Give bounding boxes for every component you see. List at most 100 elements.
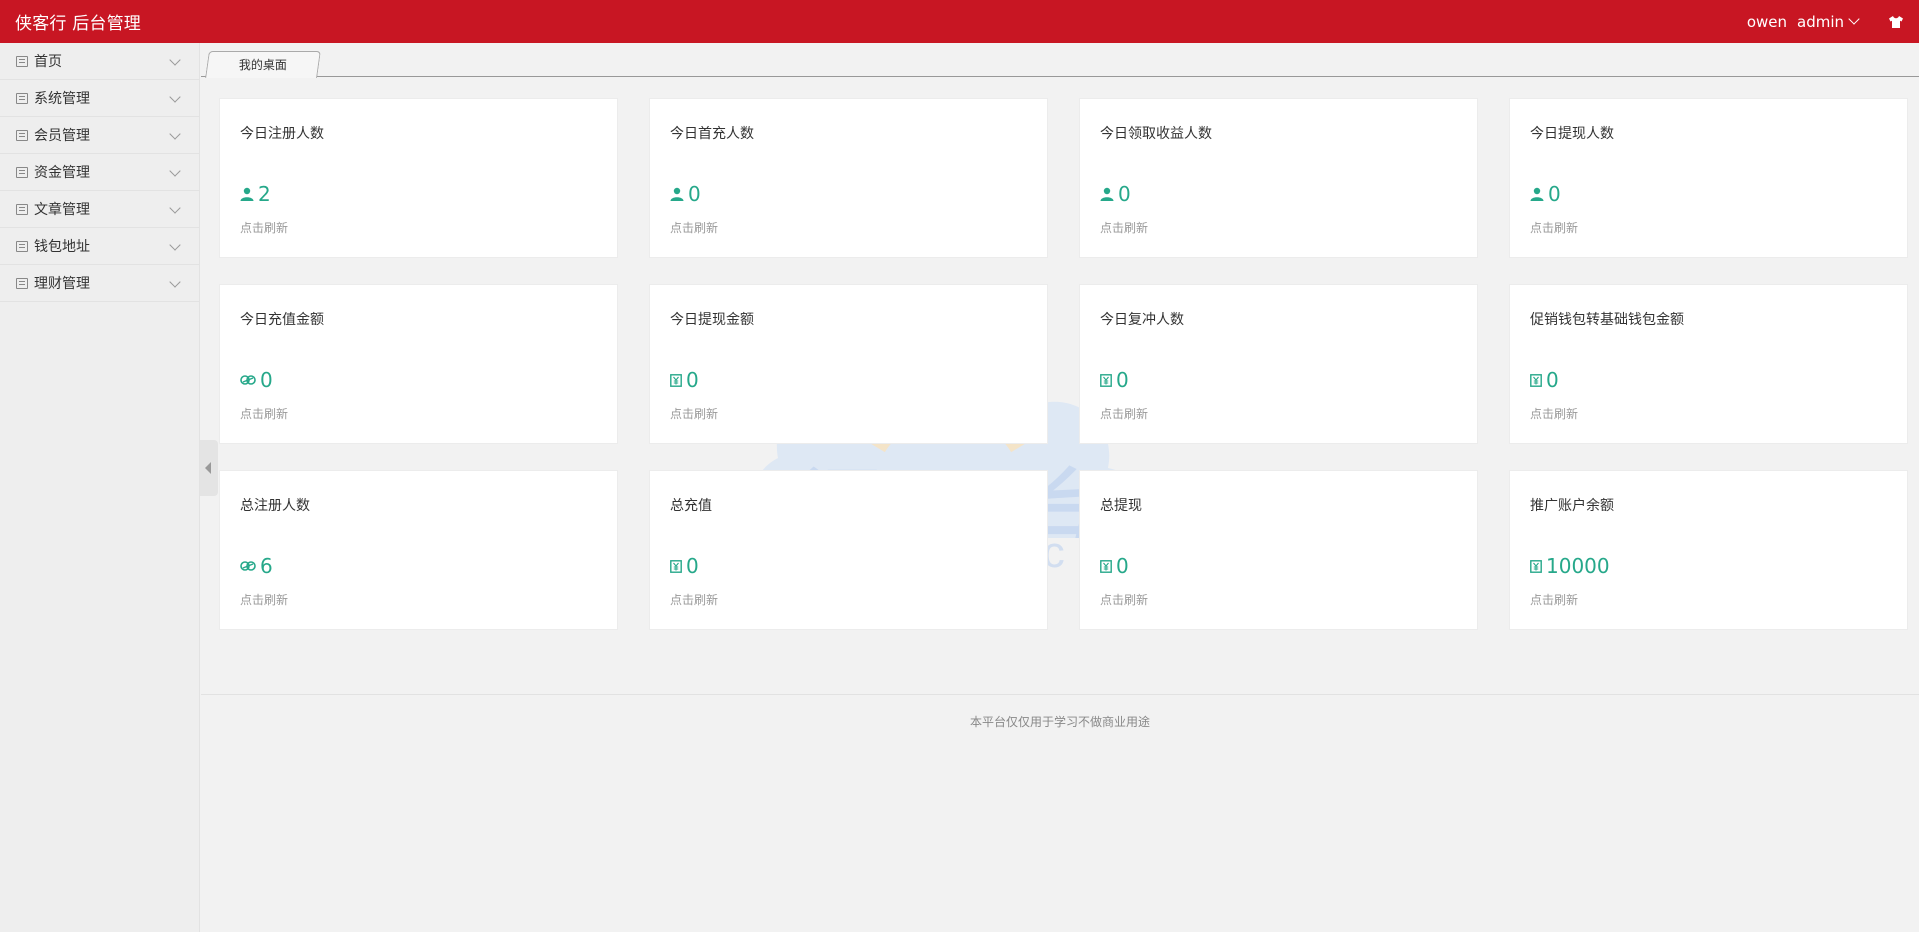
stat-card[interactable]: 推广账户余额 10000 点击刷新 [1509, 470, 1908, 630]
stat-card[interactable]: 促销钱包转基础钱包金额 0 点击刷新 [1509, 284, 1908, 444]
stat-card[interactable]: 今日提现人数 0 点击刷新 [1509, 98, 1908, 258]
yen-box-icon [1100, 373, 1112, 387]
stat-card-value: 6 [240, 554, 273, 578]
stat-value: 0 [1548, 182, 1561, 206]
stat-card[interactable]: 今日注册人数 2 点击刷新 [219, 98, 618, 258]
theme-shirt-icon[interactable] [1888, 15, 1904, 29]
list-icon [16, 277, 28, 289]
stat-value: 0 [1118, 182, 1131, 206]
yen-box-icon [1100, 559, 1112, 573]
stat-card-title: 今日领取收益人数 [1100, 126, 1212, 142]
sidebar-item[interactable]: 文章管理 [0, 191, 199, 228]
stat-value: 0 [686, 554, 699, 578]
tab-bar: 我的桌面 [201, 43, 1919, 78]
yen-box-icon [670, 373, 682, 387]
sidebar: 首页系统管理会员管理资金管理 文章管理钱包地址理财管理 [0, 43, 200, 932]
dollar-icon [240, 559, 256, 573]
refresh-hint[interactable]: 点击刷新 [240, 405, 288, 422]
yen-box-icon [1530, 373, 1542, 387]
user-role-label: admin [1797, 12, 1844, 31]
refresh-hint[interactable]: 点击刷新 [1530, 405, 1578, 422]
sidebar-item[interactable]: 钱包地址 [0, 228, 199, 265]
refresh-hint[interactable]: 点击刷新 [1530, 219, 1578, 236]
refresh-hint[interactable]: 点击刷新 [1100, 405, 1148, 422]
stat-card[interactable]: 今日复冲人数 0 点击刷新 [1079, 284, 1478, 444]
user-role-dropdown[interactable]: admin [1797, 12, 1860, 31]
stat-card-value: 0 [670, 368, 699, 392]
top-header: 侠客行 后台管理 owen admin [0, 0, 1919, 43]
sidebar-item-label: 理财管理 [34, 276, 90, 292]
stat-card[interactable]: 总提现 0 点击刷新 [1079, 470, 1478, 630]
stat-value: 0 [260, 368, 273, 392]
stat-card-value: 0 [1530, 182, 1561, 206]
refresh-hint[interactable]: 点击刷新 [240, 591, 288, 608]
refresh-hint[interactable]: 点击刷新 [670, 405, 718, 422]
stat-card[interactable]: 总注册人数 6 点击刷新 [219, 470, 618, 630]
stat-card[interactable]: 今日领取收益人数 0 点击刷新 [1079, 98, 1478, 258]
stat-card-title: 今日首充人数 [670, 126, 754, 142]
footer: 本平台仅仅用于学习不做商业用途 [201, 694, 1919, 730]
sidebar-item[interactable]: 资金管理 [0, 154, 199, 191]
list-icon [16, 92, 28, 104]
user-icon [670, 187, 684, 201]
stat-card-title: 今日提现金额 [670, 312, 754, 328]
chevron-down-icon [169, 165, 181, 177]
stat-card[interactable]: 总充值 0 点击刷新 [649, 470, 1048, 630]
stat-card-value: 0 [1530, 368, 1559, 392]
stat-card-value: 0 [670, 182, 701, 206]
stat-card-title: 推广账户余额 [1530, 498, 1614, 514]
stat-card-title: 总充值 [670, 498, 712, 514]
stat-value: 0 [686, 368, 699, 392]
stat-card[interactable]: 今日首充人数 0 点击刷新 [649, 98, 1048, 258]
stat-value: 0 [1116, 554, 1129, 578]
stat-card-title: 今日提现人数 [1530, 126, 1614, 142]
stat-card-title: 总注册人数 [240, 498, 310, 514]
stat-card-title: 总提现 [1100, 498, 1142, 514]
stat-card[interactable]: 今日提现金额 0 点击刷新 [649, 284, 1048, 444]
chevron-down-icon [169, 91, 181, 103]
sidebar-item[interactable]: 系统管理 [0, 80, 199, 117]
stat-card-value: 0 [1100, 368, 1129, 392]
chevron-down-icon [169, 54, 181, 66]
stat-card-title: 促销钱包转基础钱包金额 [1530, 312, 1684, 328]
refresh-hint[interactable]: 点击刷新 [1100, 591, 1148, 608]
yen-box-icon [1530, 559, 1542, 573]
stat-card-value: 2 [240, 182, 271, 206]
stat-value: 10000 [1546, 554, 1610, 578]
tab-my-desktop[interactable]: 我的桌面 [205, 51, 321, 78]
list-icon [16, 240, 28, 252]
chevron-down-icon [169, 202, 181, 214]
stat-card[interactable]: 今日充值金额 0 点击刷新 [219, 284, 618, 444]
sidebar-item[interactable]: 首页 [0, 43, 199, 80]
refresh-hint[interactable]: 点击刷新 [240, 219, 288, 236]
stat-value: 0 [1546, 368, 1559, 392]
chevron-down-icon [169, 276, 181, 288]
list-icon [16, 203, 28, 215]
refresh-hint[interactable]: 点击刷新 [1100, 219, 1148, 236]
refresh-hint[interactable]: 点击刷新 [1530, 591, 1578, 608]
chevron-down-icon [1848, 12, 1860, 25]
sidebar-item[interactable]: 理财管理 [0, 265, 199, 302]
user-icon [1530, 187, 1544, 201]
sidebar-item-label: 钱包地址 [34, 239, 90, 255]
chevron-down-icon [169, 239, 181, 251]
footer-text: 本平台仅仅用于学习不做商业用途 [969, 715, 1150, 729]
user-name: owen [1746, 12, 1787, 31]
user-icon [240, 187, 254, 201]
refresh-hint[interactable]: 点击刷新 [670, 591, 718, 608]
list-icon [16, 55, 28, 67]
stat-card-title: 今日复冲人数 [1100, 312, 1184, 328]
stat-value: 6 [260, 554, 273, 578]
stat-value: 0 [688, 182, 701, 206]
sidebar-collapse-handle[interactable] [200, 440, 218, 496]
app-title: 侠客行 后台管理 [15, 14, 142, 34]
list-icon [16, 129, 28, 141]
sidebar-item-label: 会员管理 [34, 128, 90, 144]
sidebar-item-label: 首页 [34, 54, 62, 70]
refresh-hint[interactable]: 点击刷新 [670, 219, 718, 236]
sidebar-item[interactable]: 会员管理 [0, 117, 199, 154]
sidebar-item-label: 系统管理 [34, 91, 90, 107]
user-icon [1100, 187, 1114, 201]
stat-card-value: 10000 [1530, 554, 1610, 578]
stat-card-title: 今日注册人数 [240, 126, 324, 142]
